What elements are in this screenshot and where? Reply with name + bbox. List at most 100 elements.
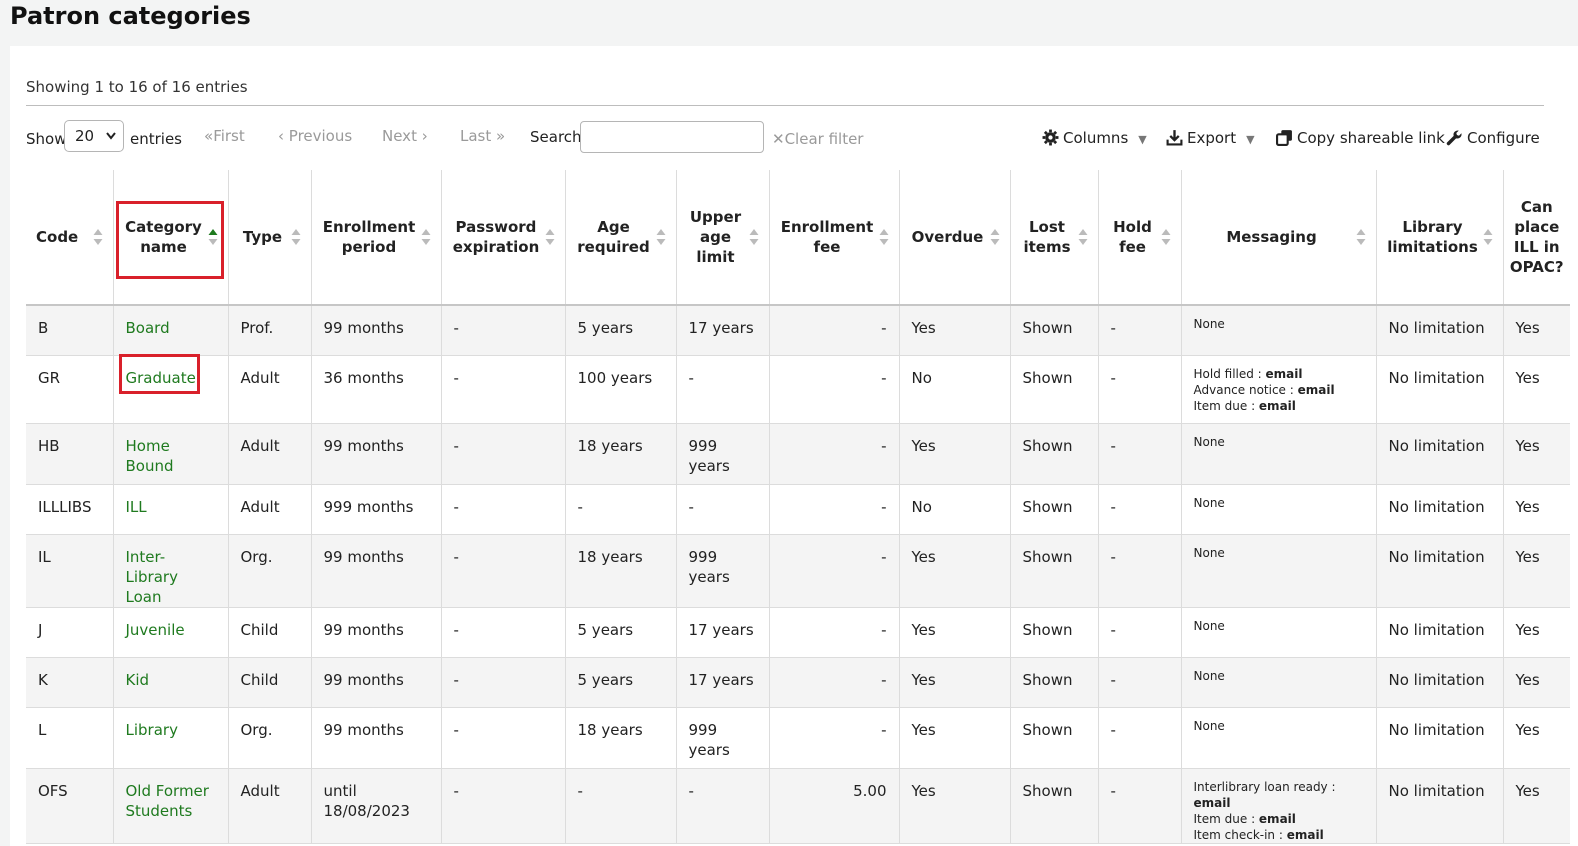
- column-header-overdue[interactable]: Overdue: [899, 170, 1011, 306]
- cell-enrollment: 99 months: [311, 423, 442, 485]
- column-header-enrollment-fee[interactable]: Enrollment fee: [769, 170, 900, 306]
- column-header-hold-fee[interactable]: Hold fee: [1098, 170, 1182, 306]
- column-header-upper-age-limit[interactable]: Upper age limit: [676, 170, 770, 306]
- first-page-button[interactable]: «First: [204, 127, 245, 145]
- first-label: First: [213, 127, 245, 145]
- messaging-transport: email: [1286, 827, 1324, 842]
- category-name-link[interactable]: ILL: [126, 498, 147, 516]
- column-header-type[interactable]: Type: [228, 170, 312, 306]
- previous-page-button[interactable]: ‹ Previous: [278, 127, 352, 145]
- column-header-label: Hold fee: [1113, 218, 1152, 256]
- configure-button[interactable]: Configure: [1446, 129, 1540, 147]
- cell-messaging: None: [1181, 423, 1377, 485]
- cell-age: -: [565, 484, 677, 535]
- cell-ill: Yes: [1503, 768, 1570, 844]
- cell-messaging: Interlibrary loan ready : email Item due …: [1181, 768, 1377, 844]
- column-header-code[interactable]: Code: [26, 170, 114, 306]
- messaging-entry: None: [1194, 316, 1364, 332]
- messaging-label: None: [1193, 668, 1225, 683]
- messaging-entry: None: [1194, 668, 1364, 684]
- cell-enrollment: 99 months: [311, 707, 442, 769]
- search-input[interactable]: [580, 121, 764, 153]
- table-row: OFS Old Former Students Adult until 18/08/2…: [26, 768, 1570, 844]
- download-icon: [1166, 130, 1183, 146]
- sort-icon: [879, 229, 888, 245]
- cell-upper: 17 years: [676, 657, 770, 708]
- cell-fee: -: [769, 355, 900, 424]
- cell-type: Adult: [228, 484, 312, 535]
- category-name-link[interactable]: Kid: [126, 671, 150, 689]
- clear-filter-button[interactable]: ✕Clear filter: [772, 130, 863, 148]
- cell-hold: -: [1098, 707, 1182, 769]
- last-label: Last: [460, 127, 492, 145]
- column-header-can-place-ill-in-opac[interactable]: Can place ILL in OPAC?: [1503, 170, 1570, 306]
- cell-password: -: [441, 534, 566, 608]
- messaging-entry: Hold filled : email: [1193, 366, 1303, 381]
- cell-messaging: None: [1181, 607, 1377, 658]
- cell-type: Adult: [228, 355, 312, 424]
- cell-upper: 999 years: [676, 707, 770, 769]
- cell-name: Board: [113, 305, 229, 356]
- column-header-label: Upper age limit: [689, 208, 742, 266]
- cell-fee: 5.00: [769, 768, 900, 844]
- category-name-link[interactable]: Inter-Library Loan: [126, 548, 178, 606]
- wrench-icon: [1446, 130, 1462, 146]
- previous-label: Previous: [288, 127, 353, 145]
- messaging-label: None: [1193, 434, 1225, 449]
- messaging-entry: Item due : email: [1193, 811, 1296, 826]
- column-header-messaging[interactable]: Messaging: [1181, 170, 1377, 306]
- last-page-button[interactable]: Last »: [460, 127, 505, 145]
- column-header-age-required[interactable]: Age required: [565, 170, 677, 306]
- cell-upper: -: [676, 768, 770, 844]
- cell-name: Home Bound: [113, 423, 229, 485]
- cell-upper: 999 years: [676, 534, 770, 608]
- cell-enrollment: 99 months: [311, 534, 442, 608]
- cell-lost: Shown: [1010, 657, 1099, 708]
- messaging-label: None: [1193, 618, 1225, 633]
- copy-shareable-link-button[interactable]: Copy shareable link: [1276, 129, 1445, 147]
- info-divider: [26, 105, 1544, 106]
- category-name-link[interactable]: Library: [126, 721, 178, 739]
- cell-limit: No limitation: [1376, 355, 1504, 424]
- cell-limit: No limitation: [1376, 707, 1504, 769]
- cell-age: 18 years: [565, 707, 677, 769]
- messaging-label: Advance notice: [1193, 382, 1286, 397]
- table-row: GR Graduate Adult 36 months -100 years - - No Sh…: [26, 355, 1570, 424]
- page-size-select[interactable]: 20: [64, 120, 124, 152]
- cell-upper: -: [676, 355, 770, 424]
- table-row: L Library Org. 99 months -18 years 999 years -…: [26, 707, 1570, 769]
- cell-overdue: Yes: [899, 534, 1011, 608]
- cell-type: Org.: [228, 707, 312, 769]
- cell-code: OFS: [26, 768, 114, 844]
- next-page-button[interactable]: Next ›: [382, 127, 428, 145]
- column-header-lost-items[interactable]: Lost items: [1010, 170, 1099, 306]
- entries-label: entries: [130, 130, 182, 148]
- messaging-label: Item due: [1193, 398, 1248, 413]
- cell-overdue: Yes: [899, 305, 1011, 356]
- messaging-label: Item due: [1193, 811, 1248, 826]
- cell-fee: -: [769, 305, 900, 356]
- close-icon: ✕: [772, 130, 785, 148]
- column-header-label: Age required: [577, 218, 650, 256]
- next-label: Next: [382, 127, 417, 145]
- column-header-password-expiration[interactable]: Password expiration: [441, 170, 566, 306]
- cell-type: Child: [228, 657, 312, 708]
- category-name-link[interactable]: Old Former Students: [126, 782, 209, 820]
- category-name-link[interactable]: Juvenile: [126, 621, 185, 639]
- cell-code: L: [26, 707, 114, 769]
- cell-limit: No limitation: [1376, 484, 1504, 535]
- export-button[interactable]: Export ▼: [1166, 129, 1255, 147]
- column-header-enrollment-period[interactable]: Enrollment period: [311, 170, 442, 306]
- cell-messaging: None: [1181, 707, 1377, 769]
- cell-lost: Shown: [1010, 355, 1099, 424]
- columns-button[interactable]: Columns ▼: [1042, 129, 1147, 147]
- configure-label: Configure: [1467, 129, 1540, 147]
- table-row: K Kid Child 99 months -5 years 17 years - Yes Sh…: [26, 657, 1570, 708]
- cell-hold: -: [1098, 423, 1182, 485]
- chevron-right-icon: ›: [416, 127, 428, 145]
- category-name-link[interactable]: Home Bound: [126, 437, 174, 475]
- category-name-link[interactable]: Board: [126, 319, 170, 337]
- cell-limit: No limitation: [1376, 768, 1504, 844]
- column-header-library-limitations[interactable]: Library limitations: [1376, 170, 1504, 306]
- messaging-entry: None: [1194, 718, 1364, 734]
